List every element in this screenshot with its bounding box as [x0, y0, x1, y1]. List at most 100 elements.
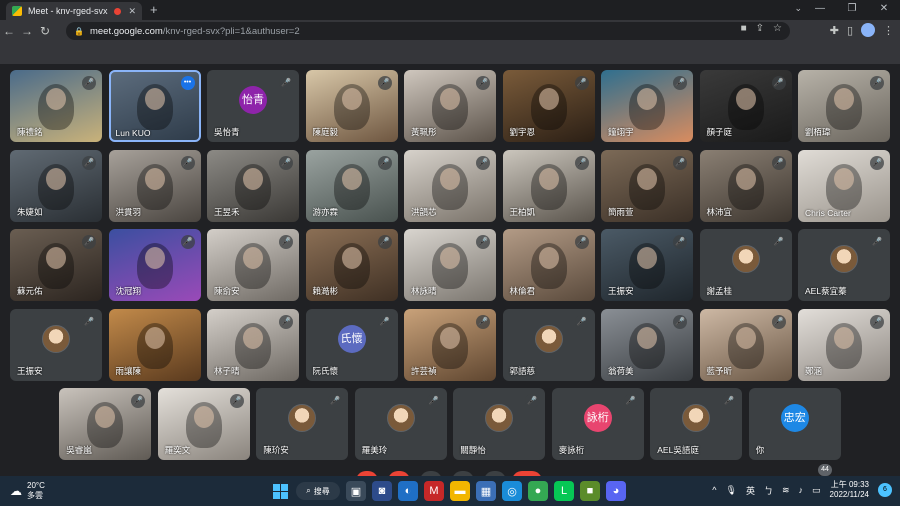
participant-tile[interactable]: 🎤 謝孟桂 — [699, 229, 792, 301]
more-options-icon[interactable]: ••• — [180, 76, 195, 90]
participant-tile[interactable]: 🎤 林沛宜 — [699, 149, 792, 222]
participant-tile[interactable]: 🎤 簡雨萱 — [601, 149, 693, 222]
participant-tile[interactable]: 🎤 鄭涵 — [798, 308, 890, 381]
teams-icon[interactable]: ◙ — [372, 481, 392, 501]
reload-icon[interactable]: ↻ — [36, 24, 54, 38]
participant-tile[interactable]: 🎤 黃珮彤 — [404, 70, 496, 142]
mic-muted-icon: 🎤 — [574, 76, 589, 90]
ime-indicator[interactable]: 英 — [746, 484, 755, 497]
start-button[interactable] — [270, 481, 290, 501]
mic-muted-icon: 🎤 — [476, 155, 490, 170]
edge-icon[interactable]: ◐ — [398, 481, 418, 501]
participant-tile[interactable]: 🎤 陳庭毅 — [305, 70, 398, 142]
zoom-icon[interactable]: ◎ — [502, 481, 522, 501]
mic-muted-icon: 🎤 — [525, 394, 540, 408]
weather-widget[interactable]: ☁ 20°C 多雲 — [10, 481, 45, 501]
tab-close-icon[interactable]: ✕ — [128, 6, 136, 17]
chevron-up-icon[interactable]: ^ — [712, 485, 716, 495]
participant-tile[interactable]: 🎤 翁荷美 — [601, 308, 693, 381]
participant-tile[interactable]: 🎤 王振安 — [10, 308, 102, 381]
participant-tile[interactable]: 🎤 陳禮銘 — [10, 70, 102, 142]
participant-video — [136, 243, 173, 289]
participant-name: 簡雨萱 — [608, 206, 634, 217]
forward-arrow-icon[interactable]: → — [18, 24, 36, 38]
participant-tile[interactable]: 🎤 許芸禎 — [404, 308, 496, 381]
participant-tile[interactable]: 🎤 羅奕文 — [157, 388, 250, 460]
taskbar-clock[interactable]: 上午 09:33 2022/11/24 — [830, 480, 869, 500]
participant-tile[interactable]: 🎤 AEL吳語庭 — [650, 388, 743, 460]
menu-dots-icon[interactable]: ⋮ — [883, 24, 894, 37]
participant-tile[interactable]: 忠宏你 — [748, 388, 841, 460]
ime-mode-icon[interactable]: ㄅ — [764, 484, 773, 497]
participant-tile[interactable]: 🎤 沈冠翔 — [108, 229, 201, 301]
volume-icon[interactable]: ♪ — [799, 485, 804, 495]
participant-tile[interactable]: 🎤 劉宇恩 — [502, 70, 595, 142]
participant-tile[interactable]: 🎤 王柏凱 — [502, 149, 595, 222]
maximize-button[interactable]: ❐ — [836, 0, 868, 20]
participant-tile[interactable]: 🎤 王昱禾 — [207, 149, 299, 222]
notification-badge[interactable]: 6 — [878, 483, 892, 497]
discord-icon[interactable]: ◕ — [606, 481, 626, 501]
new-tab-button[interactable]: + — [150, 2, 158, 18]
mic-muted-icon: 🎤 — [476, 314, 490, 329]
mic-muted-icon: 🎤 — [771, 314, 786, 329]
participant-tile[interactable]: 🎤 賴澔彬 — [305, 229, 398, 301]
participant-profile-avatar — [731, 245, 760, 273]
extensions-icon[interactable]: ✚ — [830, 24, 839, 37]
store-icon[interactable]: ▦ — [476, 481, 496, 501]
participant-tile[interactable]: 🎤 吳睿嵐 — [59, 388, 152, 460]
participant-tile[interactable]: 🎤 劉栢瑋 — [798, 70, 890, 142]
participant-name: 林子晴 — [214, 365, 240, 376]
participant-video — [333, 84, 370, 130]
mcafee-icon[interactable]: M — [424, 481, 444, 501]
participant-tile[interactable]: 🎤 Chris Carter — [798, 149, 890, 222]
browser-tab-meet[interactable]: Meet - knv-rged-svx ✕ — [6, 2, 142, 20]
close-window-button[interactable]: ✕ — [868, 0, 900, 20]
task-view-icon[interactable]: ▣ — [346, 481, 366, 501]
tab-search-icon[interactable]: ⌄ — [794, 3, 802, 14]
line-icon[interactable]: L — [554, 481, 574, 501]
participant-tile[interactable]: 氏懷 🎤 阮氏懷 — [305, 308, 398, 381]
participant-tile[interactable]: 🎤 AEL蔡宜蓁 — [798, 229, 890, 301]
file-explorer-icon[interactable]: ▬ — [450, 481, 470, 501]
participant-tile[interactable]: 🎤 鐘翊宇 — [601, 70, 693, 142]
participant-tile[interactable]: 🎤 朱婕如 — [10, 149, 102, 222]
participant-tile[interactable]: 🎤 陳玠安 — [256, 388, 349, 460]
bookmark-star-icon[interactable]: ☆ — [773, 23, 782, 34]
participant-tile[interactable]: 🎤 蘇元佑 — [10, 229, 102, 301]
participant-profile-avatar — [830, 245, 858, 273]
participant-tile[interactable]: 🎤 林倫君 — [502, 229, 595, 301]
wifi-icon[interactable]: ≋ — [782, 485, 790, 496]
participant-tile[interactable]: 🎤 王振安 — [601, 229, 693, 301]
participant-tile[interactable]: 🎤 顏子庭 — [699, 70, 792, 142]
participant-tile[interactable]: ••• Lun KUO — [108, 70, 201, 142]
camera-in-use-icon[interactable]: ■ — [741, 23, 747, 34]
minecraft-icon[interactable]: ■ — [580, 481, 600, 501]
participant-tile[interactable]: 🎤 洪韻芯 — [404, 149, 496, 222]
participant-tile[interactable]: 詠桁 🎤 麥詠桁 — [551, 388, 644, 460]
taskbar-apps: ⌕ 搜尋 ▣ ◙ ◐ M ▬ ▦ ◎ ● L ■ ◕ — [270, 481, 626, 501]
minimize-button[interactable]: — — [804, 0, 836, 20]
participant-profile-avatar — [682, 404, 711, 432]
back-arrow-icon[interactable]: ← — [0, 24, 18, 38]
mic-muted-icon: 🎤 — [82, 235, 96, 249]
participant-tile[interactable]: 🎤 洪貫羽 — [108, 149, 201, 222]
microphone-icon[interactable]: 🎙 — [726, 485, 737, 496]
chrome-icon[interactable]: ● — [528, 481, 548, 501]
participant-tile[interactable]: 🎤 羅美玲 — [354, 388, 447, 460]
participant-tile[interactable]: 🎤 林詠晴 — [404, 229, 496, 301]
battery-icon[interactable]: ▭ — [812, 485, 821, 496]
participant-tile[interactable]: 🎤 陳俞安 — [207, 229, 299, 301]
share-icon[interactable]: ⇪ — [756, 23, 764, 34]
participant-tile[interactable]: 雨讓陳 — [108, 308, 201, 381]
participant-tile[interactable]: 🎤 林子晴 — [207, 308, 299, 381]
address-bar[interactable]: 🔒 meet.google.com/knv-rged-svx?pli=1&aut… — [66, 22, 790, 40]
participant-tile[interactable]: 🎤 關靜怡 — [453, 388, 546, 460]
side-panel-icon[interactable]: ▯ — [847, 24, 853, 37]
participant-tile[interactable]: 怡青 🎤 吳怡青 — [207, 70, 299, 142]
participant-tile[interactable]: 🎤 藍予昕 — [699, 308, 792, 381]
participant-tile[interactable]: 🎤 游亦霖 — [305, 149, 398, 222]
participant-tile[interactable]: 🎤 郭語慈 — [502, 308, 595, 381]
taskbar-search[interactable]: ⌕ 搜尋 — [296, 482, 340, 500]
profile-avatar[interactable] — [861, 23, 875, 37]
